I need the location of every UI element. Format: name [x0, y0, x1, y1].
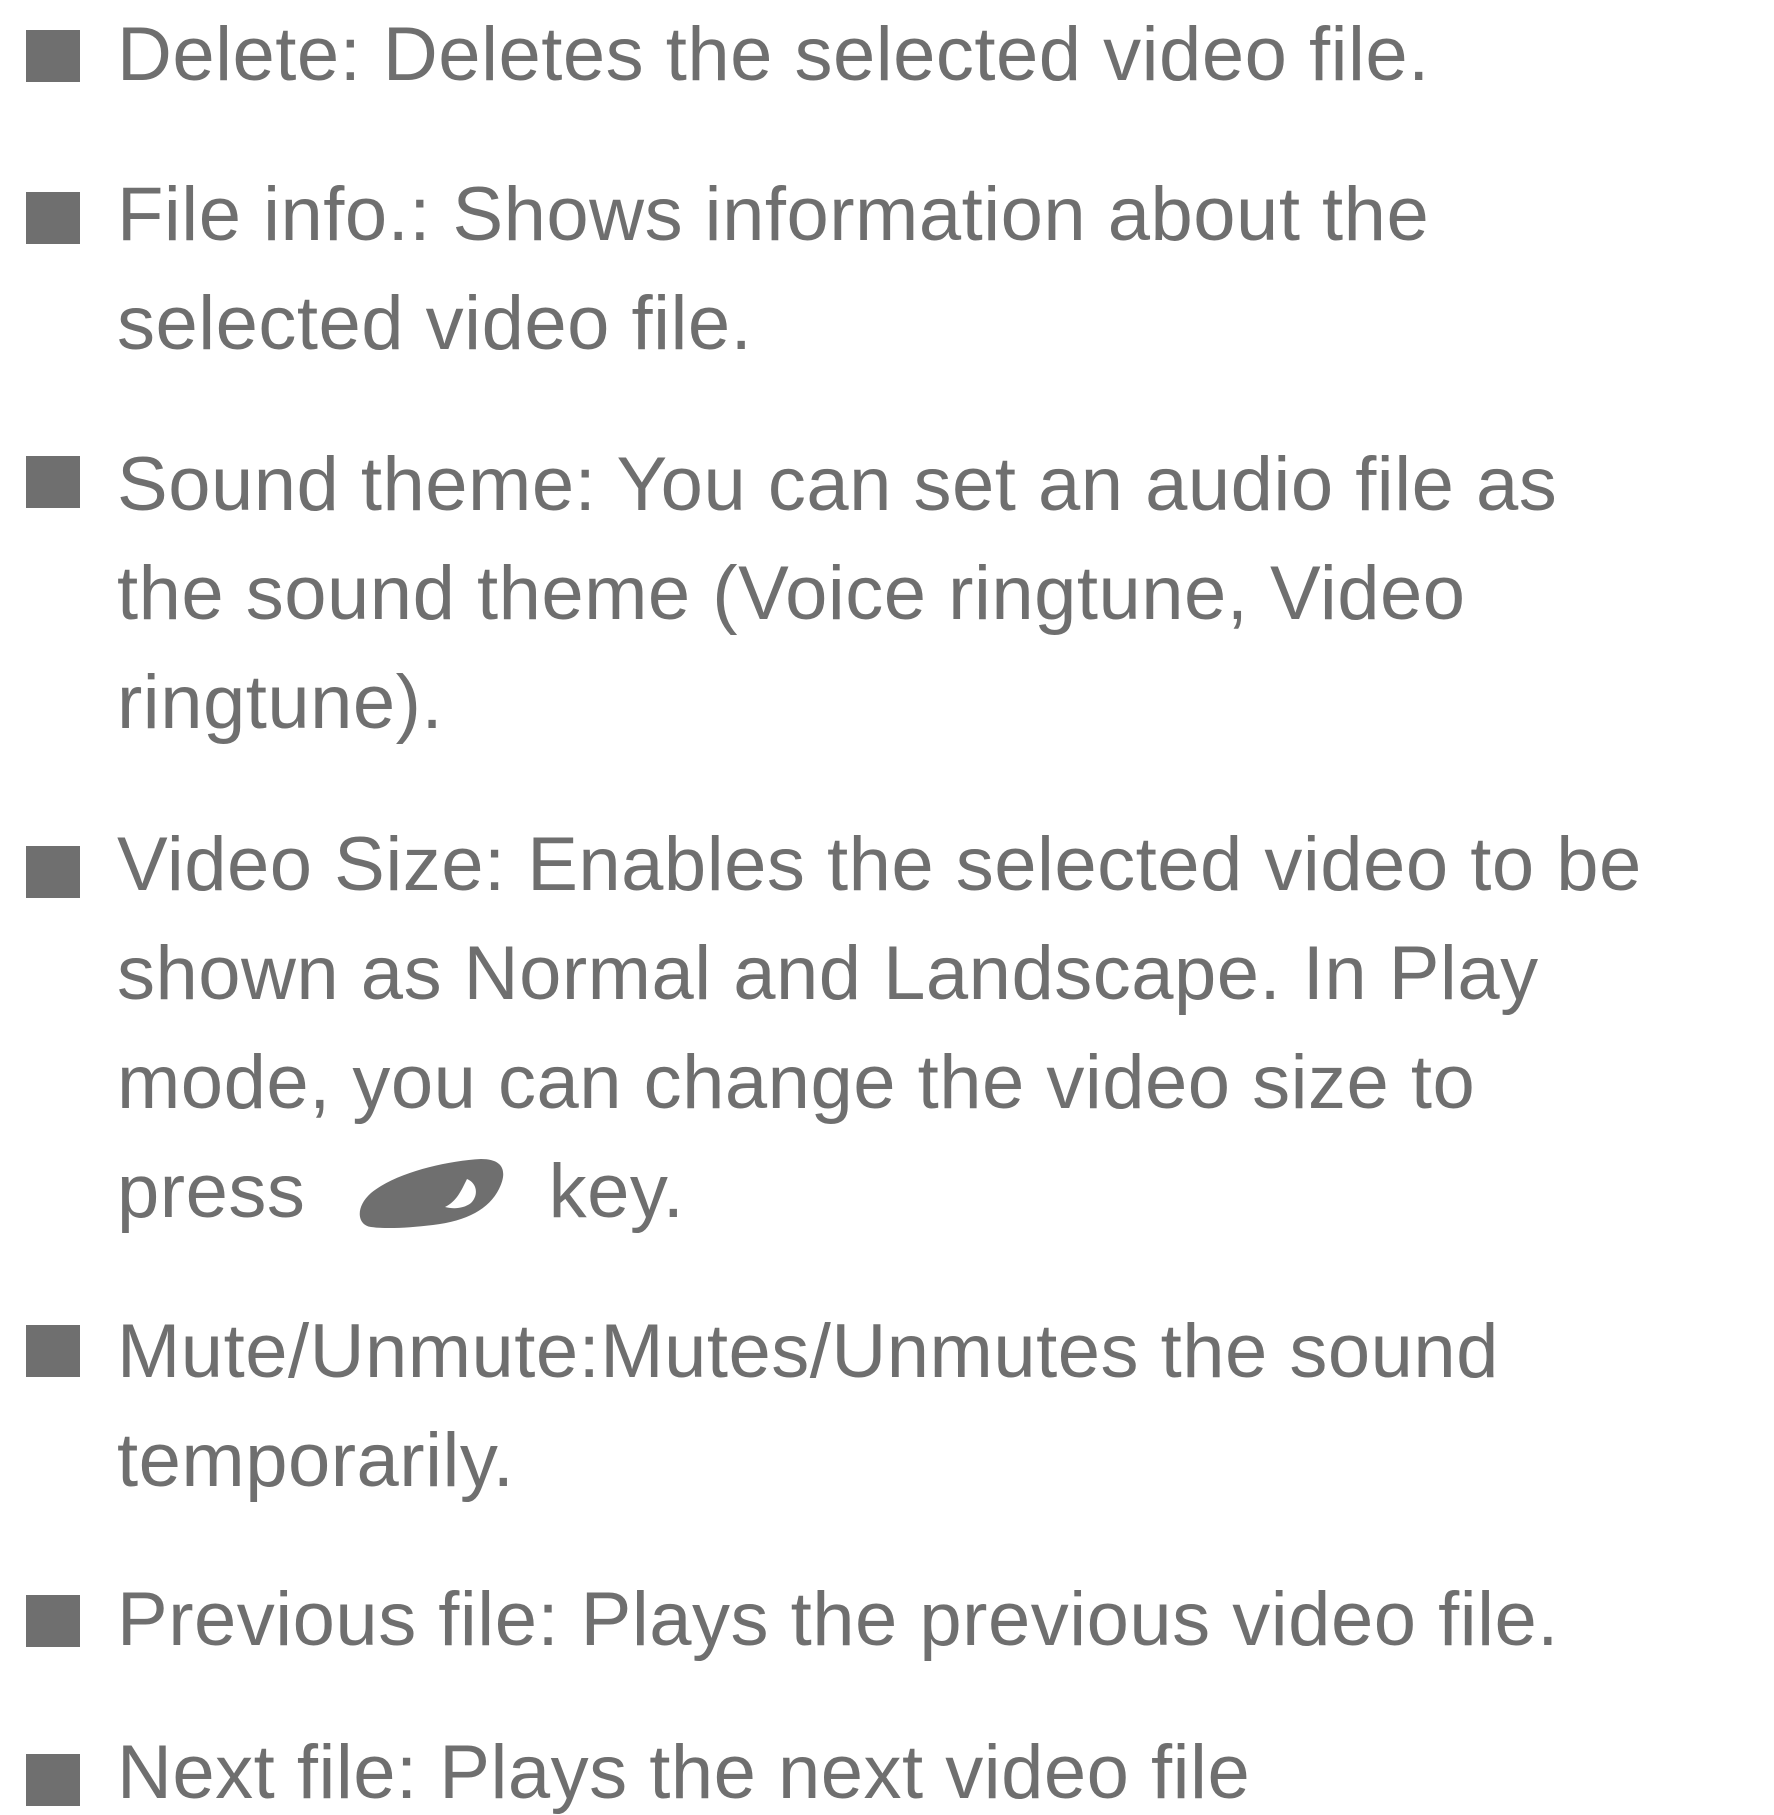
text-line: Mute/Unmute:Mutes/Unmutes the sound	[117, 1309, 1499, 1394]
list-item-text: File info.: Shows information about the …	[117, 160, 1757, 378]
list-item-text: Previous file: Plays the previous video …	[117, 1565, 1757, 1674]
bullet-square	[26, 846, 80, 898]
text-line: ringtune).	[117, 660, 444, 745]
list-item-text: Mute/Unmute:Mutes/Unmutes the sound temp…	[117, 1297, 1757, 1515]
text-line: Previous file: Plays the previous video …	[117, 1577, 1559, 1662]
bullet-square	[26, 192, 80, 244]
bullet-square	[26, 1754, 80, 1806]
text-line: shown as Normal and Landscape. In Play	[117, 931, 1539, 1016]
text-line: temporarily.	[117, 1418, 515, 1503]
text-line: File info.: Shows information about the	[117, 172, 1430, 257]
list-item-text: Delete: Deletes the selected video file.	[117, 0, 1757, 109]
soft-key-icon	[349, 1143, 509, 1239]
list-item-text: Sound theme: You can set an audio file a…	[117, 430, 1757, 757]
text-line: Sound theme: You can set an audio file a…	[117, 442, 1558, 527]
bullet-square	[26, 456, 80, 508]
text-fragment: key.	[548, 1149, 685, 1234]
text-line: the sound theme (Voice ringtune, Video	[117, 551, 1466, 636]
bullet-square	[26, 1595, 80, 1647]
manual-page: Delete: Deletes the selected video file.…	[0, 0, 1774, 1815]
text-line: mode, you can change the video size to	[117, 1040, 1476, 1125]
text-line: selected video file.	[117, 281, 753, 366]
text-line: Delete: Deletes the selected video file.	[117, 12, 1430, 97]
bullet-square	[26, 30, 80, 82]
text-fragment: press	[117, 1149, 306, 1234]
list-item-text: Next file: Plays the next video file	[117, 1718, 1757, 1815]
text-line: Next file: Plays the next video file	[117, 1730, 1251, 1815]
list-item-text: Video Size: Enables the selected video t…	[117, 810, 1757, 1246]
text-line-with-key: press key.	[117, 1137, 1757, 1246]
bullet-square	[26, 1325, 80, 1377]
text-line: Video Size: Enables the selected video t…	[117, 822, 1642, 907]
